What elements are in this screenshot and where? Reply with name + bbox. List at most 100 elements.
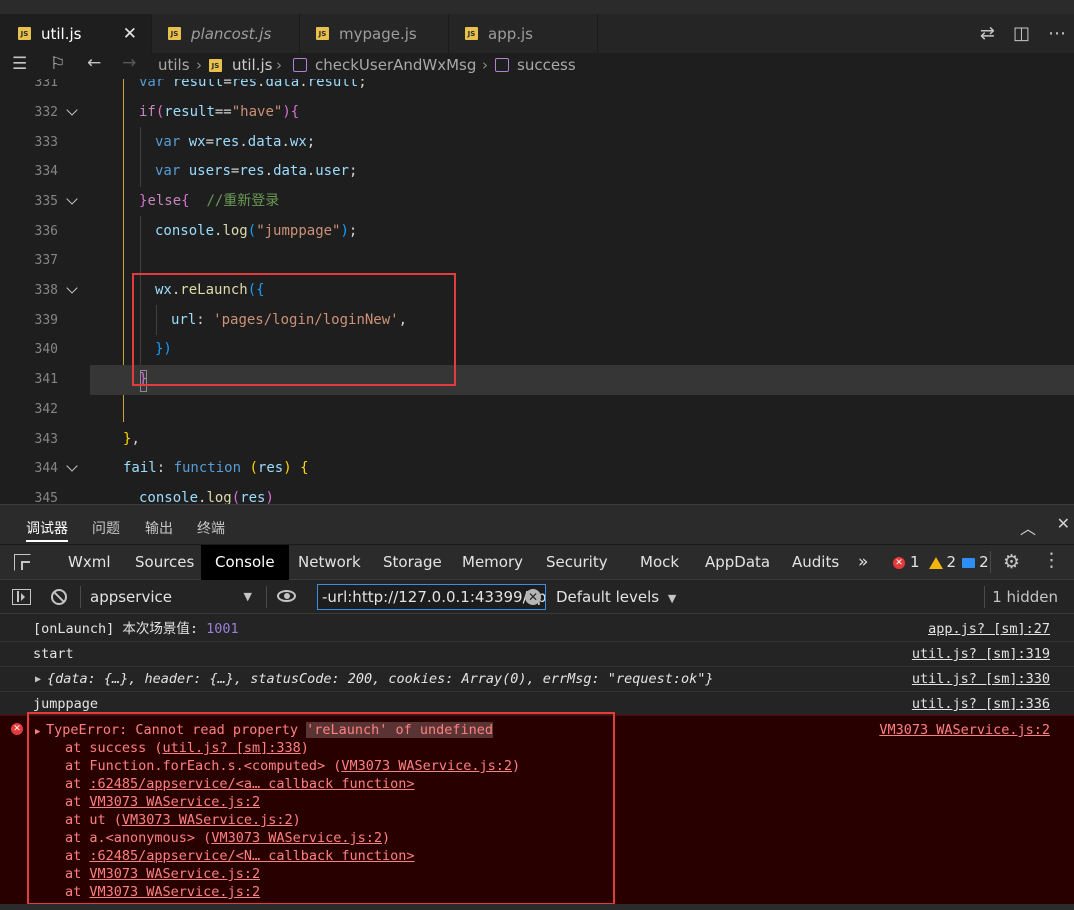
devtools-tab-bar: Wxml Sources Console Network Storage Mem… (0, 544, 1074, 580)
editor-tab-bar: JS util.js ✕ JS plancost.js JS mypage.js… (0, 14, 1074, 53)
back-arrow-icon[interactable]: ← (87, 53, 101, 73)
tab-plancost-js[interactable]: JS plancost.js (152, 14, 300, 53)
code-line: 344 fail: function (res) { (34, 460, 309, 476)
source-link[interactable]: VM3073 WAService.js:2 (879, 721, 1050, 739)
source-link[interactable]: util.js? [sm]:319 (912, 642, 1050, 667)
code-line: 334 var users=res.data.user; (34, 163, 358, 179)
clear-filter-icon[interactable]: ✕ (525, 589, 541, 605)
chevron-right-icon: › (276, 56, 282, 74)
breadcrumb: ☰ ⚐ ← → utils › JS util.js › checkUserAn… (0, 53, 1074, 79)
code-line: 336 console.log("jumppage"); (34, 223, 358, 239)
tab-problems[interactable]: 问题 (92, 518, 120, 538)
divider (80, 586, 81, 608)
breadcrumb-function[interactable]: checkUserAndWxMsg (293, 56, 476, 74)
code-editor[interactable]: 331 var result=res.data.result; 332 if(r… (0, 79, 1074, 504)
error-message: ✕ ▶ TypeError: Cannot read property 'reL… (0, 712, 1074, 910)
breadcrumb-file[interactable]: JS util.js (209, 56, 272, 74)
divider (266, 586, 267, 608)
dropdown-arrow-icon: ▼ (243, 590, 252, 603)
fold-chevron-icon[interactable] (66, 106, 78, 118)
tab-debugger[interactable]: 调试器 (26, 518, 68, 542)
console-output: [onLaunch] 本次场景值: 1001 app.js? [sm]:27 s… (0, 614, 1074, 910)
tab-output[interactable]: 输出 (145, 518, 173, 538)
source-link[interactable]: util.js? [sm]:336 (912, 692, 1050, 717)
fold-chevron-icon[interactable] (66, 462, 78, 474)
console-message: start util.js? [sm]:319 (0, 642, 1074, 667)
tab-wxml[interactable]: Wxml (68, 545, 111, 580)
annotation-highlight-box (132, 273, 456, 386)
tab-app-js[interactable]: JS app.js (449, 14, 598, 53)
code-line: 332 if(result=="have"){ (34, 104, 300, 120)
tab-audits[interactable]: Audits (792, 545, 839, 580)
fold-chevron-icon[interactable] (66, 195, 78, 207)
breadcrumb-folder[interactable]: utils (158, 56, 190, 74)
code-line: 343 }, (34, 431, 140, 447)
annotation-highlight-box (27, 712, 615, 905)
more-actions-icon[interactable]: ⋯ (1048, 23, 1066, 44)
log-levels-dropdown[interactable]: Default levels ▼ (556, 580, 676, 614)
code-line: 331 var result=res.data.result; (34, 79, 367, 90)
title-strip (0, 0, 1074, 14)
source-control-compare-icon[interactable]: ⇄ (980, 23, 995, 44)
show-sidebar-icon[interactable] (12, 589, 31, 605)
breadcrumb-member[interactable]: success (495, 56, 576, 74)
expand-triangle-icon[interactable]: ▶ (35, 667, 41, 692)
chevron-right-icon: › (196, 56, 202, 74)
more-tabs-chevron[interactable]: » (858, 545, 868, 580)
tab-security[interactable]: Security (546, 545, 608, 580)
tab-storage[interactable]: Storage (383, 545, 442, 580)
tab-mock[interactable]: Mock (640, 545, 679, 580)
issue-counters[interactable]: ✕ 1 2 2 (893, 545, 989, 580)
divider (984, 586, 985, 608)
js-file-icon: JS (465, 27, 478, 40)
dropdown-arrow-icon: ▼ (667, 592, 677, 605)
method-cube-icon (495, 58, 509, 72)
console-message[interactable]: ▶ {data: {…}, header: {…}, statusCode: 2… (0, 667, 1074, 692)
tab-util-js[interactable]: JS util.js ✕ (0, 14, 152, 53)
devtools-panel: 调试器 问题 输出 终端 ︿ ✕ Wxml Sources Console Ne… (0, 504, 1074, 910)
close-icon[interactable]: ✕ (123, 24, 137, 44)
js-file-icon: JS (18, 27, 31, 40)
chevron-up-icon[interactable]: ︿ (1020, 515, 1036, 539)
code-line: 337 (34, 253, 58, 268)
tab-sources[interactable]: Sources (135, 545, 194, 580)
split-editor-icon[interactable]: ◫ (1013, 23, 1030, 44)
clear-console-icon[interactable] (51, 589, 67, 605)
tab-memory[interactable]: Memory (462, 545, 523, 580)
inspect-element-icon[interactable] (14, 554, 31, 571)
eye-icon[interactable] (277, 590, 296, 602)
kebab-menu-icon[interactable]: ⋮ (1042, 549, 1061, 571)
code-line: 342 (34, 402, 58, 417)
js-file-icon: JS (316, 27, 329, 40)
tab-console[interactable]: Console (201, 545, 289, 580)
tab-network[interactable]: Network (298, 545, 361, 580)
info-message-icon (962, 557, 976, 568)
fold-chevron-icon[interactable] (66, 284, 78, 296)
console-toolbar: appservice ▼ -url:http://127.0.0.1:43399… (0, 580, 1074, 614)
close-icon[interactable]: ✕ (1057, 514, 1070, 533)
code-line: 333 var wx=res.data.wx; (34, 134, 316, 150)
error-icon: ✕ (893, 556, 905, 569)
status-bar (0, 904, 1074, 910)
method-cube-icon (293, 58, 307, 72)
chevron-right-icon: › (482, 56, 488, 74)
hidden-messages-count: 1 hidden (992, 588, 1058, 606)
console-message: [onLaunch] 本次场景值: 1001 app.js? [sm]:27 (0, 617, 1074, 642)
filter-input[interactable]: -url:http://127.0.0.1:43399/app (317, 584, 546, 610)
source-link[interactable]: app.js? [sm]:27 (928, 617, 1050, 642)
error-icon: ✕ (11, 723, 23, 735)
warning-icon (928, 556, 943, 569)
forward-arrow-icon[interactable]: → (122, 53, 136, 73)
tab-terminal[interactable]: 终端 (197, 518, 225, 538)
bookmark-icon[interactable]: ⚐ (50, 54, 65, 74)
panel-tab-bar: 调试器 问题 输出 终端 ︿ ✕ (0, 504, 1074, 544)
context-select[interactable]: appservice ▼ (90, 580, 260, 614)
source-link[interactable]: util.js? [sm]:330 (912, 667, 1050, 692)
js-file-icon: JS (209, 58, 222, 72)
list-icon[interactable]: ☰ (12, 54, 27, 74)
js-file-icon: JS (168, 27, 181, 40)
code-line: 345 console.log(res) (34, 490, 274, 504)
tab-appdata[interactable]: AppData (705, 545, 770, 580)
tab-mypage-js[interactable]: JS mypage.js (300, 14, 449, 53)
gear-icon[interactable]: ⚙ (1003, 551, 1020, 573)
